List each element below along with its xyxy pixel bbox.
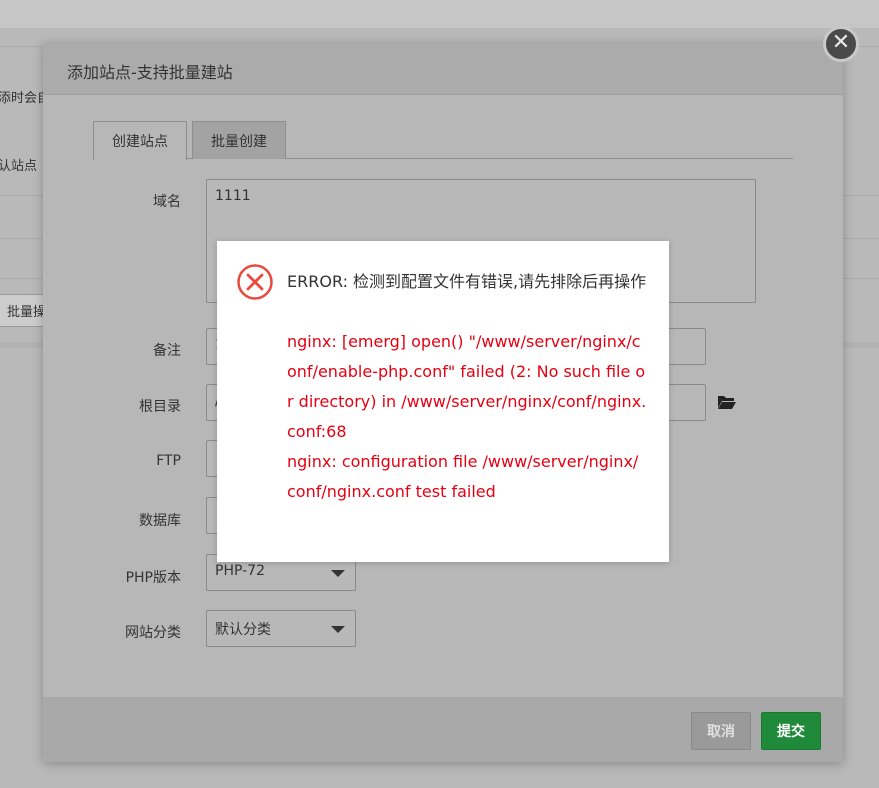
error-details: nginx: [emerg] open() "/www/server/nginx… bbox=[287, 327, 647, 507]
close-icon: ✕ bbox=[831, 30, 851, 55]
error-detail-line: nginx: [emerg] open() "/www/server/nginx… bbox=[287, 332, 647, 441]
dialog-footer: 取消 提交 bbox=[43, 697, 843, 762]
error-circle-x-icon bbox=[237, 264, 273, 300]
php-version-value: PHP-72 bbox=[215, 563, 265, 579]
tab-create-site[interactable]: 创建站点 bbox=[93, 121, 187, 160]
database-label: 数据库 bbox=[139, 513, 181, 529]
folder-open-icon[interactable] bbox=[717, 394, 737, 410]
chevron-down-icon bbox=[331, 626, 345, 633]
cancel-button[interactable]: 取消 bbox=[691, 712, 751, 750]
dialog-header: 添加站点-支持批量建站 bbox=[43, 43, 843, 95]
php-version-label: PHP版本 bbox=[125, 570, 181, 586]
root-dir-label: 根目录 bbox=[139, 399, 181, 415]
bg-top-strip bbox=[0, 0, 879, 28]
site-category-label: 网站分类 bbox=[125, 625, 181, 641]
domain-value: 1111 bbox=[215, 188, 251, 204]
bg-text-fragment: 认站点 bbox=[0, 159, 38, 174]
site-category-select[interactable]: 默认分类 bbox=[206, 610, 356, 647]
chevron-down-icon bbox=[331, 570, 345, 577]
tab-bar: 创建站点 批量创建 bbox=[93, 121, 793, 160]
error-heading: ERROR: 检测到配置文件有错误,请先排除后再操作 bbox=[287, 272, 647, 291]
submit-button[interactable]: 提交 bbox=[761, 712, 821, 750]
error-detail-line: nginx: configuration file /www/server/ng… bbox=[287, 452, 639, 501]
dialog-title: 添加站点-支持批量建站 bbox=[67, 63, 233, 82]
site-category-value: 默认分类 bbox=[215, 622, 271, 638]
error-message-popup: ERROR: 检测到配置文件有错误,请先排除后再操作 nginx: [emerg… bbox=[217, 241, 669, 562]
note-label: 备注 bbox=[153, 343, 181, 359]
tab-batch-create[interactable]: 批量创建 bbox=[192, 121, 286, 159]
ftp-label: FTP bbox=[156, 453, 181, 469]
close-button[interactable]: ✕ bbox=[823, 26, 859, 62]
error-text: ERROR: 检测到配置文件有错误,请先排除后再操作 nginx: [emerg… bbox=[287, 267, 647, 507]
domain-label: 域名 bbox=[153, 194, 181, 210]
